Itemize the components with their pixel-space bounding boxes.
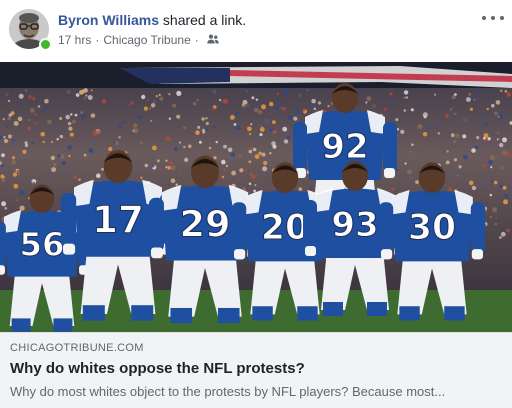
post-action-text: shared a link. [163, 12, 246, 28]
jersey-number: 20 [261, 208, 309, 248]
jersey-number: 30 [408, 208, 456, 248]
post-meta: 17 hrs · Chicago Tribune · [58, 33, 219, 47]
friends-icon[interactable] [207, 33, 219, 47]
post-timestamp[interactable]: 17 hrs [58, 33, 91, 47]
post-source[interactable]: Chicago Tribune [103, 33, 190, 47]
link-preview-card[interactable]: CHICAGOTRIBUNE.COM Why do whites oppose … [0, 332, 512, 408]
online-status-dot [39, 38, 52, 51]
kneeling-players-photo: 92 56 17 29 20 93 30 [0, 62, 512, 332]
jersey-number: 29 [179, 203, 230, 246]
jersey-number: 92 [321, 127, 368, 167]
author-name-link[interactable]: Byron Williams [58, 12, 159, 28]
meta-separator: · [95, 33, 99, 47]
link-title[interactable]: Why do whites oppose the NFL protests? [10, 360, 305, 377]
link-domain: CHICAGOTRIBUNE.COM [10, 342, 144, 354]
more-options-button[interactable] [482, 10, 504, 26]
more-horizontal-icon [482, 16, 486, 20]
jersey-number: 17 [92, 198, 144, 242]
jersey-number: 56 [20, 226, 65, 264]
post-header-text: Byron Williams shared a link. [58, 12, 246, 28]
jersey-number: 93 [331, 205, 378, 245]
link-preview-image[interactable]: 92561729209330 i [0, 62, 512, 332]
post-header: Byron Williams shared a link. 17 hrs · C… [0, 0, 512, 62]
meta-separator: · [195, 33, 199, 47]
link-description: Why do most whites object to the protest… [10, 384, 502, 399]
